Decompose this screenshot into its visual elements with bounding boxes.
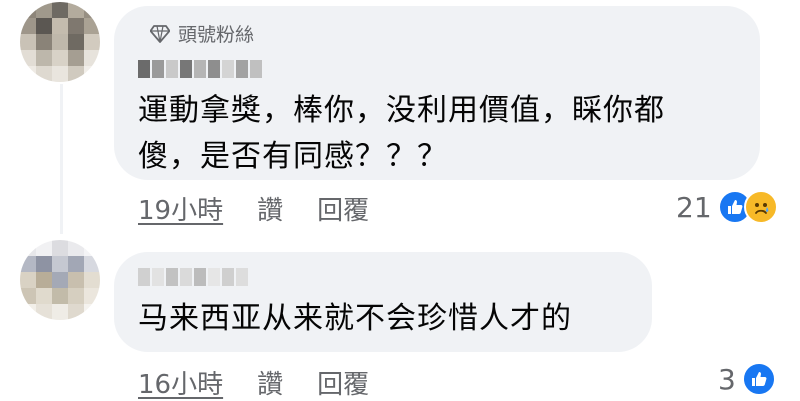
like-button[interactable]: 讚	[257, 190, 283, 227]
comment-text: 運動拿獎，棒你，没利用價值，睬你都 傻，是否有同感？？？	[138, 88, 665, 180]
comment-line: 马来西亚从来就不会珍惜人才的	[138, 301, 572, 336]
reaction-summary[interactable]: 21	[676, 190, 778, 224]
like-button[interactable]: 讚	[257, 364, 283, 401]
avatar[interactable]	[20, 240, 100, 320]
comment-line: 運動拿獎，棒你，没利用價值，睬你都	[138, 93, 665, 128]
reply-button[interactable]: 回覆	[317, 364, 369, 401]
commenter-name[interactable]	[138, 60, 262, 78]
reply-button[interactable]: 回覆	[317, 190, 369, 227]
top-fan-badge: 頭號粉絲	[150, 20, 254, 47]
reaction-count: 3	[718, 362, 736, 396]
reaction-count: 21	[676, 190, 712, 224]
comment-bubble: 马来西亚从来就不会珍惜人才的	[114, 252, 652, 352]
commenter-name[interactable]	[138, 268, 248, 286]
reaction-summary[interactable]: 3	[718, 362, 776, 396]
thread-line	[60, 84, 63, 234]
timestamp-link[interactable]: 19小時	[138, 190, 223, 227]
comment-text: 马来西亚从来就不会珍惜人才的	[138, 296, 572, 342]
comment-actions: 19小時 讚 回覆	[138, 190, 369, 227]
comment-line: 傻，是否有同感？？？	[138, 139, 448, 174]
avatar[interactable]	[20, 2, 100, 82]
like-icon	[741, 362, 776, 396]
diamond-icon	[150, 24, 170, 43]
badge-label: 頭號粉絲	[178, 24, 255, 46]
comment-actions: 16小時 讚 回覆	[138, 364, 369, 401]
timestamp-link[interactable]: 16小時	[138, 364, 223, 401]
comment-bubble: 頭號粉絲 運動拿獎，棒你，没利用價值，睬你都 傻，是否有同感？？？	[114, 6, 760, 180]
sad-icon	[743, 190, 778, 224]
